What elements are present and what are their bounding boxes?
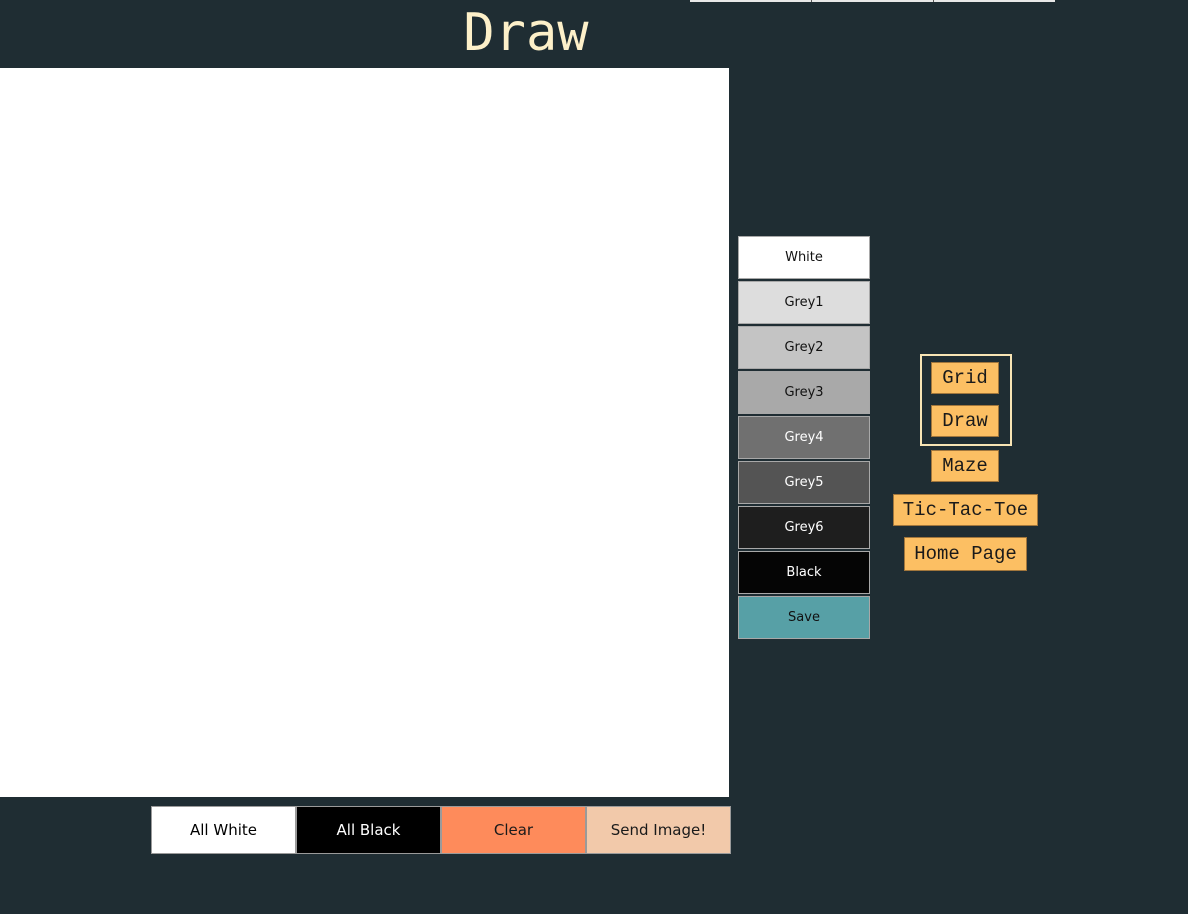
page-title: Draw xyxy=(463,3,589,63)
top-tab-segment xyxy=(812,0,934,2)
nav-draw-button[interactable]: Draw xyxy=(931,405,999,437)
nav-home-button[interactable]: Home Page xyxy=(904,537,1027,571)
send-image-button[interactable]: Send Image! xyxy=(586,806,731,854)
color-palette: White Grey1 Grey2 Grey3 Grey4 Grey5 Grey… xyxy=(738,236,871,641)
swatch-grey2[interactable]: Grey2 xyxy=(738,326,870,369)
top-tab-segment xyxy=(690,0,812,2)
swatch-white[interactable]: White xyxy=(738,236,870,279)
nav-grid-button[interactable]: Grid xyxy=(931,362,999,394)
swatch-grey6[interactable]: Grey6 xyxy=(738,506,870,549)
swatch-black[interactable]: Black xyxy=(738,551,870,594)
all-white-button[interactable]: All White xyxy=(151,806,296,854)
swatch-grey5[interactable]: Grey5 xyxy=(738,461,870,504)
swatch-grey3[interactable]: Grey3 xyxy=(738,371,870,414)
clear-button[interactable]: Clear xyxy=(441,806,586,854)
top-tab-strip xyxy=(690,0,1055,2)
all-black-button[interactable]: All Black xyxy=(296,806,441,854)
canvas-actions-bar: All White All Black Clear Send Image! xyxy=(151,806,731,854)
top-tab-segment xyxy=(934,0,1055,2)
nav-maze-button[interactable]: Maze xyxy=(931,450,999,482)
save-button[interactable]: Save xyxy=(738,596,870,639)
drawing-canvas[interactable] xyxy=(0,68,729,797)
swatch-grey4[interactable]: Grey4 xyxy=(738,416,870,459)
swatch-grey1[interactable]: Grey1 xyxy=(738,281,870,324)
nav-tictactoe-button[interactable]: Tic-Tac-Toe xyxy=(893,494,1038,526)
